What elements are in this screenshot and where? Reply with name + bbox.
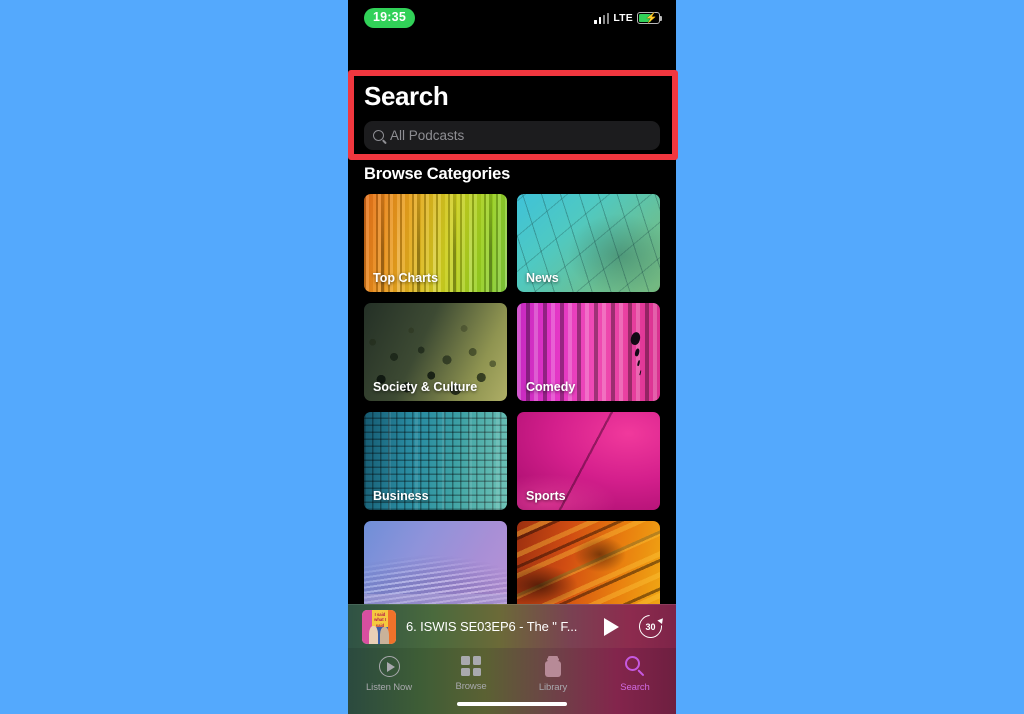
- tab-label: Search: [620, 682, 650, 693]
- skip-seconds-label: 30: [645, 621, 656, 632]
- charging-bolt-icon: ⚡: [645, 13, 658, 25]
- search-header: Search All Podcasts: [348, 72, 676, 158]
- category-label: Comedy: [526, 380, 576, 394]
- category-grid: Top Charts News Society & Culture Comedy: [348, 194, 676, 604]
- cellular-signal-icon: [594, 12, 610, 24]
- browse-grid-icon: [461, 656, 481, 676]
- status-bar: 19:35 LTE ⚡: [348, 0, 676, 36]
- tab-label: Library: [538, 682, 568, 693]
- home-indicator[interactable]: [457, 701, 567, 706]
- play-icon[interactable]: [604, 617, 619, 636]
- listen-now-icon: [378, 656, 400, 677]
- status-indicators: LTE ⚡: [594, 12, 663, 25]
- tab-listen-now[interactable]: Listen Now: [348, 648, 430, 714]
- search-icon: [373, 130, 384, 141]
- tab-search[interactable]: Search: [594, 648, 676, 714]
- category-label: Society & Culture: [373, 380, 478, 394]
- tab-label: Listen Now: [366, 682, 412, 693]
- phone-screen: 19:35 LTE ⚡ Search All Podcasts Browse C…: [348, 0, 676, 714]
- battery-charging-icon: ⚡: [637, 12, 663, 25]
- mini-player[interactable]: I said what I said 6. ISWIS SE03EP6 - Th…: [348, 604, 676, 648]
- category-card-comedy[interactable]: Comedy: [517, 303, 660, 401]
- category-label: News: [526, 271, 559, 285]
- library-icon: [544, 656, 562, 677]
- skip-forward-30-icon[interactable]: 30: [634, 610, 667, 643]
- category-card-top-charts[interactable]: Top Charts: [364, 194, 507, 292]
- artwork-text: I said what I said: [374, 611, 386, 628]
- podcast-artwork: I said what I said: [362, 609, 396, 644]
- tab-bar: Listen Now Browse Library Search: [348, 648, 676, 714]
- category-card-partial-left[interactable]: [364, 521, 507, 604]
- section-title: Browse Categories: [364, 165, 511, 183]
- screenshot-canvas: 19:35 LTE ⚡ Search All Podcasts Browse C…: [0, 0, 1024, 714]
- tab-label: Browse: [455, 681, 487, 692]
- category-card-business[interactable]: Business: [364, 412, 507, 510]
- status-time: 19:35: [364, 8, 415, 28]
- category-artwork: [517, 521, 660, 604]
- now-playing-title: 6. ISWIS SE03EP6 - The " F...: [406, 619, 578, 634]
- category-card-partial-right[interactable]: [517, 521, 660, 604]
- search-icon: [624, 656, 646, 677]
- category-card-news[interactable]: News: [517, 194, 660, 292]
- category-artwork: [364, 521, 507, 604]
- search-input[interactable]: All Podcasts: [364, 121, 660, 150]
- category-card-sports[interactable]: Sports: [517, 412, 660, 510]
- category-label: Business: [373, 489, 429, 503]
- search-placeholder: All Podcasts: [390, 128, 465, 143]
- page-title: Search: [364, 81, 449, 111]
- browse-content[interactable]: Browse Categories Top Charts News Societ…: [348, 158, 676, 604]
- category-label: Top Charts: [373, 271, 439, 285]
- carrier-label: LTE: [613, 12, 633, 24]
- category-card-society-and-culture[interactable]: Society & Culture: [364, 303, 507, 401]
- category-label: Sports: [526, 489, 566, 503]
